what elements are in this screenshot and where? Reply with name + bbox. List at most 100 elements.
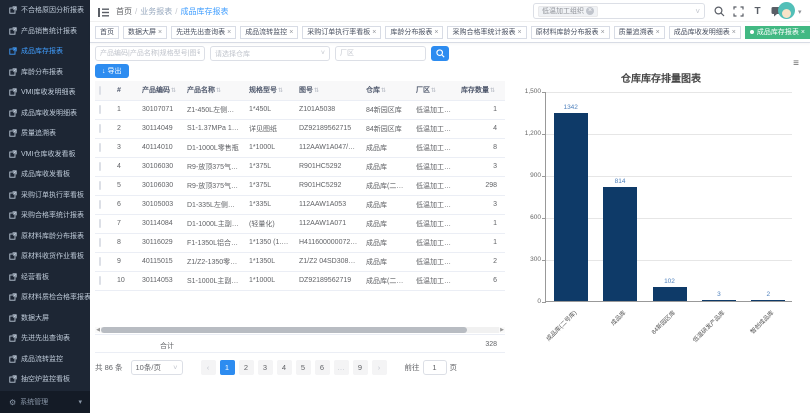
sidebar-item[interactable]: 成品流转监控	[0, 349, 90, 370]
column-header[interactable]: 产品名称⇅	[183, 81, 245, 100]
sidebar-item[interactable]: 不合格原因分析报表	[0, 0, 90, 21]
tab[interactable]: 质量追溯表×	[614, 26, 665, 39]
sidebar-item[interactable]: 成品库收发看板	[0, 164, 90, 185]
tab-close-icon[interactable]: ×	[801, 29, 805, 36]
table-row[interactable]: 340114010D1-1000L零售瓶1*1000L112AAW1A047/0…	[95, 138, 505, 157]
export-button[interactable]: ↓ 导出	[95, 64, 129, 78]
sort-icon[interactable]: ⇅	[314, 88, 319, 94]
sidebar-item[interactable]: 采购订单执行率看板	[0, 185, 90, 206]
sidebar-item[interactable]: VMI库收发明细表	[0, 82, 90, 103]
avatar[interactable]	[778, 2, 795, 19]
sidebar-item[interactable]: 库龄分布报表	[0, 62, 90, 83]
prev-page-button[interactable]: ‹	[201, 360, 216, 375]
row-checkbox[interactable]	[99, 143, 101, 152]
next-page-button[interactable]: ›	[372, 360, 387, 375]
scroll-right-icon[interactable]: ▶	[499, 327, 505, 333]
table-row[interactable]: 130107071Z1-450L左侧置泵阀...1*450LZ101A50388…	[95, 100, 505, 119]
sidebar-item[interactable]: 抽空炉监控看板	[0, 369, 90, 390]
row-checkbox[interactable]	[99, 276, 101, 285]
table-row[interactable]: 730114084D1-1000L主副罐气瓶...(轻量化)112AAW1A07…	[95, 214, 505, 233]
tab[interactable]: 成品库收发明细表×	[669, 26, 741, 39]
row-checkbox[interactable]	[99, 181, 101, 190]
sidebar-item[interactable]: 成品库收发明细表	[0, 103, 90, 124]
page-button[interactable]: 5	[296, 360, 311, 375]
sort-icon[interactable]: ⇅	[278, 88, 283, 94]
font-size-icon[interactable]: T	[750, 4, 765, 19]
tab-close-icon[interactable]: ×	[601, 29, 605, 36]
sort-icon[interactable]: ⇅	[381, 88, 386, 94]
column-header[interactable]: 仓库⇅	[362, 81, 412, 100]
row-checkbox[interactable]	[99, 162, 101, 171]
tab[interactable]: 库龄分布报表×	[385, 26, 443, 39]
table-row[interactable]: 830116029F1-1350L铝合金拼气...1*1350 (1.4...H…	[95, 233, 505, 252]
tab-active[interactable]: 成品库存报表×	[745, 26, 810, 39]
chevron-down-icon[interactable]: ▾	[798, 8, 802, 16]
column-header[interactable]: 厂区⇅	[412, 81, 457, 100]
search-icon[interactable]	[712, 4, 727, 19]
tab-close-icon[interactable]: ×	[227, 29, 231, 36]
org-select[interactable]: 低温加工组织 × ˅	[533, 3, 705, 19]
fullscreen-icon[interactable]	[731, 4, 746, 19]
chart-bar[interactable]	[702, 300, 736, 301]
tab-close-icon[interactable]: ×	[517, 29, 521, 36]
chart-bar[interactable]	[653, 287, 687, 301]
search-button[interactable]	[431, 46, 449, 61]
column-header[interactable]: 库存数量⇅	[457, 81, 505, 100]
chart-menu-icon[interactable]: ≡	[793, 58, 799, 69]
sidebar-item[interactable]: 采购合格率统计报表	[0, 205, 90, 226]
page-size-select[interactable]: 10条/页 ˅	[131, 360, 183, 375]
tab-close-icon[interactable]: ×	[732, 29, 736, 36]
tab[interactable]: 先进先出查询表×	[171, 26, 236, 39]
table-row[interactable]: 530106030R9-放顶375气瓶总成1*375LR901HC5292成品库…	[95, 176, 505, 195]
row-checkbox[interactable]	[99, 219, 101, 228]
tab-close-icon[interactable]: ×	[289, 29, 293, 36]
sidebar-group-system[interactable]: ⚙ 系统管理 ▾	[0, 391, 90, 413]
row-checkbox[interactable]	[99, 124, 101, 133]
breadcrumb-item[interactable]: 首页	[116, 7, 132, 16]
tab-close-icon[interactable]: ×	[158, 29, 162, 36]
select-all-checkbox[interactable]	[99, 86, 101, 95]
row-checkbox[interactable]	[99, 105, 101, 114]
tab-close-icon[interactable]: ×	[656, 29, 660, 36]
sidebar-item[interactable]: 经营看板	[0, 267, 90, 288]
page-button[interactable]: 2	[239, 360, 254, 375]
sidebar-item[interactable]: 质量追溯表	[0, 123, 90, 144]
tab[interactable]: 数据大屏×	[123, 26, 167, 39]
page-button[interactable]: 4	[277, 360, 292, 375]
column-header[interactable]: 产品编码⇅	[138, 81, 183, 100]
table-row[interactable]: 230114049S1-1.37MPa 1000L...详见图纸DZ921895…	[95, 119, 505, 138]
tab[interactable]: 成品流转监控×	[240, 26, 298, 39]
page-button[interactable]: 9	[353, 360, 368, 375]
sidebar-item[interactable]: 数据大屏	[0, 308, 90, 329]
sort-icon[interactable]: ⇅	[431, 88, 436, 94]
warehouse-select[interactable]: 请选择仓库 ˅	[210, 46, 330, 61]
sidebar-item[interactable]: 成品库存报表	[0, 41, 90, 62]
row-checkbox[interactable]	[99, 200, 101, 209]
column-header[interactable]: 图号⇅	[295, 81, 362, 100]
row-checkbox[interactable]	[99, 257, 101, 266]
chart-bar[interactable]	[751, 300, 785, 301]
tab-close-icon[interactable]: ×	[434, 29, 438, 36]
sort-icon[interactable]: ⇅	[171, 88, 176, 94]
sidebar-item[interactable]: 先进先出查询表	[0, 328, 90, 349]
row-checkbox[interactable]	[99, 238, 101, 247]
sidebar-item[interactable]: 原材料收货作业看板	[0, 246, 90, 267]
sidebar-item[interactable]: 产品销售统计报表	[0, 21, 90, 42]
org-tag-close-icon[interactable]: ×	[586, 7, 594, 15]
scrollbar-thumb[interactable]	[101, 327, 467, 333]
page-button[interactable]: 1	[220, 360, 235, 375]
sort-icon[interactable]: ⇅	[490, 88, 495, 94]
table-row[interactable]: 430106030R9-放顶375气瓶总成1*375LR901HC5292成品库…	[95, 157, 505, 176]
column-header[interactable]: 规格型号⇅	[245, 81, 295, 100]
more-pages-button[interactable]: …	[334, 360, 349, 375]
sidebar-item[interactable]: 原材料质检合格率报表	[0, 287, 90, 308]
chart-bar[interactable]	[554, 113, 588, 301]
chart-bar[interactable]	[603, 187, 637, 301]
tab[interactable]: 采购订单执行率看板×	[302, 26, 381, 39]
table-row[interactable]: 1030114053S1-1000L主副罐(B压...1*1000LDZ9218…	[95, 271, 505, 290]
tab[interactable]: 原材料库龄分布报表×	[531, 26, 610, 39]
sidebar-item[interactable]: VMI仓库收发看板	[0, 144, 90, 165]
horizontal-scrollbar[interactable]: ◀ ▶	[95, 327, 505, 333]
keyword-input[interactable]	[95, 46, 205, 61]
sidebar-toggle-icon[interactable]	[98, 5, 109, 23]
